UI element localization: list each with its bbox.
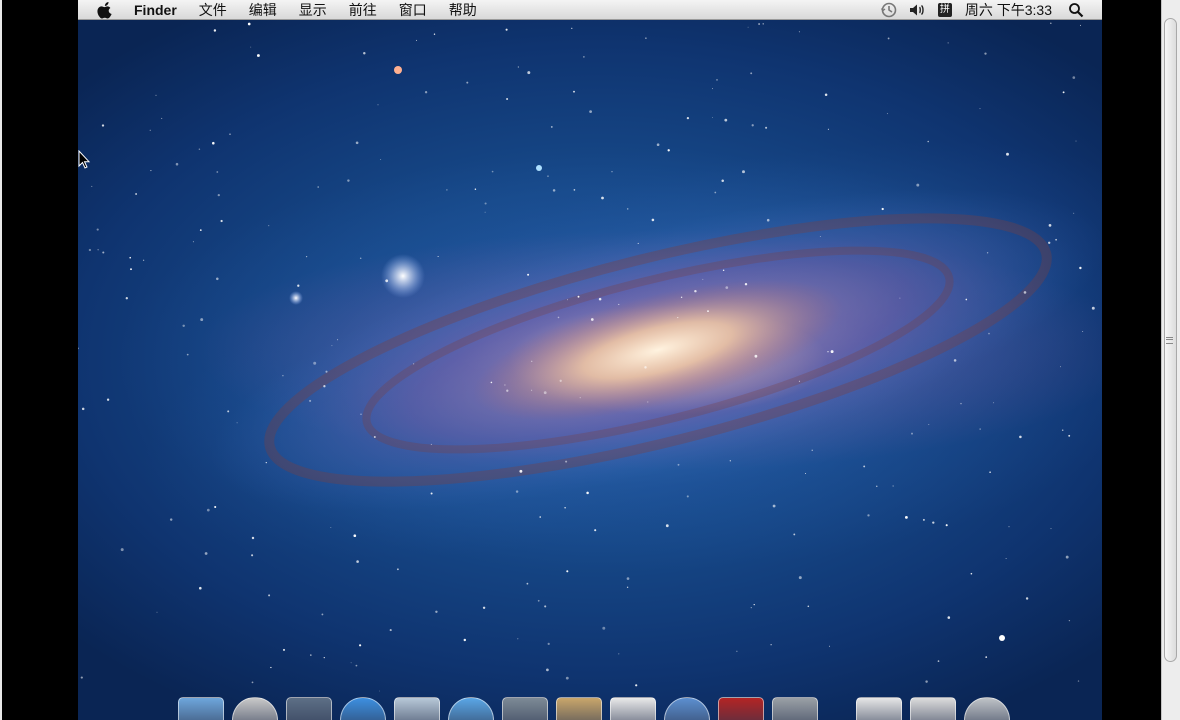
downloads-icon[interactable] [910, 697, 956, 720]
screenshot-frame: Finder 文件 编辑 显示 前往 窗口 帮助 拼 周六 下午3:33 [0, 0, 1180, 720]
menu-finder[interactable]: Finder [124, 0, 188, 20]
mission-control-icon[interactable] [286, 697, 332, 720]
menu-go[interactable]: 前往 [338, 0, 388, 20]
menu-help[interactable]: 帮助 [438, 0, 488, 20]
wallpaper-galaxy [78, 22, 1102, 692]
facetime-icon[interactable] [502, 697, 548, 720]
menu-edit[interactable]: 编辑 [238, 0, 288, 20]
mac-desktop: Finder 文件 编辑 显示 前往 窗口 帮助 拼 周六 下午3:33 [78, 0, 1102, 720]
menu-view[interactable]: 显示 [288, 0, 338, 20]
menu-window[interactable]: 窗口 [388, 0, 438, 20]
mouse-cursor-icon [78, 150, 91, 169]
dock [178, 697, 1018, 720]
menu-file[interactable]: 文件 [188, 0, 238, 20]
scrollbar-grip-icon [1166, 337, 1173, 344]
system-preferences-icon[interactable] [772, 697, 818, 720]
mail-icon[interactable] [394, 697, 440, 720]
launchpad-icon[interactable] [232, 697, 278, 720]
menu-bar: Finder 文件 编辑 显示 前往 窗口 帮助 拼 周六 下午3:33 [78, 0, 1102, 20]
time-machine-icon[interactable] [879, 0, 899, 20]
itunes-icon[interactable] [664, 697, 710, 720]
photo-booth-icon[interactable] [718, 697, 764, 720]
window-left-border [0, 0, 2, 720]
finder-icon[interactable] [178, 697, 224, 720]
app-store-icon[interactable] [340, 697, 386, 720]
menu-bar-status: 拼 周六 下午3:33 [875, 0, 1102, 20]
ical-icon[interactable] [610, 697, 656, 720]
apple-logo-icon[interactable] [96, 1, 114, 19]
volume-icon[interactable] [907, 0, 927, 20]
input-method-label: 拼 [937, 2, 952, 17]
menu-clock[interactable]: 周六 下午3:33 [959, 0, 1062, 20]
input-method-icon[interactable]: 拼 [935, 0, 955, 20]
vertical-scrollbar[interactable] [1161, 0, 1180, 720]
trash-icon[interactable] [964, 697, 1010, 720]
safari-icon[interactable] [448, 697, 494, 720]
address-book-icon[interactable] [556, 697, 602, 720]
spotlight-search-icon[interactable] [1066, 0, 1086, 20]
document-icon[interactable] [856, 697, 902, 720]
menu-bar-left: Finder 文件 编辑 显示 前往 窗口 帮助 [78, 0, 488, 20]
